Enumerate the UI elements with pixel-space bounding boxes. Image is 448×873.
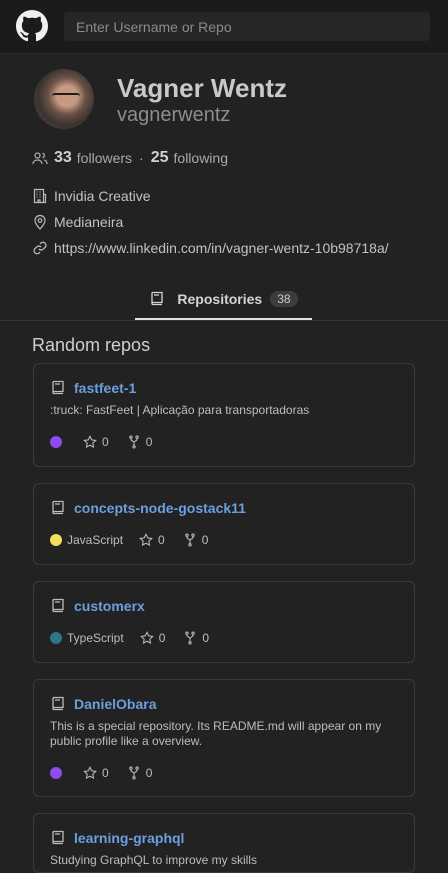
- following-label[interactable]: following: [174, 150, 228, 166]
- repo-card[interactable]: customerx TypeScript 0 0: [33, 581, 415, 663]
- repo-name[interactable]: learning-graphql: [74, 830, 184, 846]
- location-row: Medianeira: [32, 212, 123, 232]
- organization-icon: [33, 188, 47, 204]
- repo-meta: TypeScript 0 0: [50, 630, 227, 646]
- repo-name[interactable]: customerx: [74, 598, 145, 614]
- repo-book-icon: [52, 380, 64, 395]
- link-icon: [33, 241, 47, 255]
- language-dot: [50, 436, 62, 448]
- followers-count[interactable]: 33: [54, 149, 72, 167]
- language-dot: [50, 534, 62, 546]
- forks-count: 0: [202, 631, 210, 645]
- language-dot: [50, 767, 62, 779]
- stars-count: 0: [158, 631, 166, 645]
- forks-count: 0: [145, 435, 153, 449]
- company-text: Invidia Creative: [54, 188, 151, 204]
- repo-meta: 0 0: [50, 434, 170, 450]
- repo-book-icon: [52, 830, 64, 845]
- repo-book-icon: [52, 696, 64, 711]
- repo-meta: JavaScript 0 0: [50, 532, 226, 548]
- star-icon: [139, 631, 154, 645]
- github-logo-icon[interactable]: [16, 10, 48, 42]
- repo-book-icon: [52, 598, 64, 613]
- language-dot: [50, 632, 62, 644]
- fork-icon: [128, 435, 139, 449]
- top-bar: [0, 0, 448, 54]
- repo-count-badge: 38: [270, 291, 298, 307]
- tab-label: Repositories: [177, 291, 263, 307]
- repo-card[interactable]: DanielObara This is a special repository…: [33, 679, 415, 797]
- repo-meta: 0 0: [50, 765, 170, 781]
- forks-stat: 0: [127, 435, 153, 449]
- repo-book-icon: [52, 500, 64, 515]
- profile-name: Vagner Wentz: [117, 73, 288, 103]
- repo-card[interactable]: fastfeet-1 :truck: FastFeet | Aplicação …: [33, 363, 415, 467]
- tab-divider: [0, 320, 448, 321]
- blog-row: https://www.linkedin.com/in/vagner-wentz…: [32, 238, 389, 258]
- company-row: Invidia Creative: [32, 186, 151, 206]
- forks-count: 0: [201, 533, 209, 547]
- repo-description: Studying GraphQL to improve my skills: [50, 853, 257, 867]
- repo-description: This is a special repository. Its README…: [50, 719, 382, 748]
- forks-stat: 0: [127, 766, 153, 780]
- forks-stat: 0: [183, 631, 209, 645]
- stars-count: 0: [102, 435, 109, 449]
- star-icon: [83, 435, 97, 449]
- stars-stat: 0: [139, 533, 165, 547]
- avatar: [34, 69, 94, 129]
- stars-stat: 0: [139, 631, 166, 645]
- repo-card[interactable]: concepts-node-gostack11 JavaScript 0 0: [33, 483, 415, 565]
- following-count[interactable]: 25: [151, 149, 169, 167]
- stars-stat: 0: [83, 435, 109, 449]
- forks-stat: 0: [183, 533, 209, 547]
- separator: ·: [139, 150, 144, 166]
- star-icon: [139, 533, 153, 547]
- section-title: Random repos: [32, 335, 151, 355]
- location-text: Medianeira: [54, 214, 124, 230]
- tab-repositories[interactable]: Repositories 38: [135, 278, 312, 320]
- star-icon: [83, 766, 97, 780]
- people-icon: [32, 152, 48, 165]
- stars-stat: 0: [83, 766, 109, 780]
- search-input[interactable]: [64, 12, 430, 41]
- fork-icon: [128, 766, 139, 780]
- location-pin-icon: [34, 214, 46, 230]
- language-name: JavaScript: [67, 533, 124, 547]
- stars-count: 0: [158, 533, 165, 547]
- repo-name[interactable]: fastfeet-1: [74, 380, 136, 396]
- repo-book-icon: [151, 291, 164, 306]
- repo-description: :truck: FastFeet | Aplicação para transp…: [50, 403, 310, 417]
- followers-label[interactable]: followers: [77, 150, 132, 166]
- language-name: TypeScript: [67, 631, 124, 645]
- repo-card[interactable]: learning-graphql Studying GraphQL to imp…: [33, 813, 415, 873]
- forks-count: 0: [145, 766, 153, 780]
- blog-link[interactable]: https://www.linkedin.com/in/vagner-wentz…: [54, 240, 389, 256]
- fork-icon: [185, 631, 196, 645]
- stars-count: 0: [102, 766, 109, 780]
- profile-login: vagnerwentz: [117, 104, 231, 126]
- fork-icon: [184, 533, 195, 547]
- follow-stats: 33 followers · 25 following: [32, 148, 228, 168]
- repo-name[interactable]: concepts-node-gostack11: [74, 500, 246, 516]
- repo-name[interactable]: DanielObara: [74, 696, 156, 712]
